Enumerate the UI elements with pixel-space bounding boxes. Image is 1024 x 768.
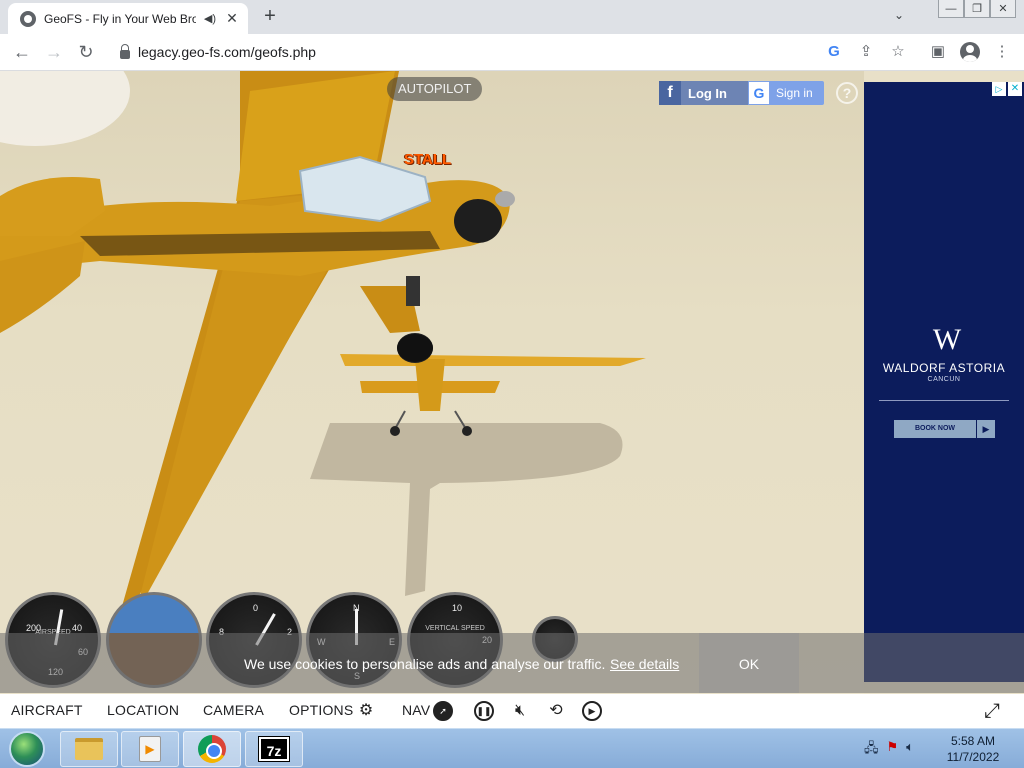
stall-warning: STALL bbox=[404, 151, 452, 168]
tab-title: GeoFS - Fly in Your Web Bro bbox=[44, 11, 196, 26]
close-icon[interactable]: ✕ bbox=[990, 0, 1016, 18]
ad-divider bbox=[879, 400, 1009, 401]
clock-date: 11/7/2022 bbox=[946, 750, 1000, 764]
cookie-text: We use cookies to personalise ads and an… bbox=[244, 656, 606, 672]
facebook-login-label: Log In bbox=[688, 85, 727, 101]
address-bar[interactable]: legacy.geo-fs.com/geofs.php bbox=[108, 38, 858, 66]
os-taskbar: ▶ 7z 🖧︎ ⚑ 🔈︎ 5:58 AM 11/7/2022 bbox=[0, 728, 1024, 768]
camera-menu-button[interactable]: CAMERA bbox=[203, 702, 264, 718]
ad-close-icon[interactable]: ✕ bbox=[1008, 82, 1022, 96]
restore-icon[interactable]: ❐ bbox=[964, 0, 990, 18]
google-signin-label: Sign in bbox=[776, 86, 813, 100]
minimize-icon[interactable]: — bbox=[938, 0, 964, 18]
vs-tick: 10 bbox=[452, 603, 463, 613]
compass-icon[interactable]: ➚ bbox=[433, 701, 453, 721]
adchoices-icon[interactable]: ▷ bbox=[992, 82, 1006, 96]
start-button[interactable] bbox=[9, 731, 45, 767]
cookie-banner: We use cookies to personalise ads and an… bbox=[0, 633, 1024, 693]
taskbar-7zip[interactable]: 7z bbox=[245, 731, 303, 767]
tab-close-icon[interactable]: ✕ bbox=[224, 10, 240, 27]
play-icon[interactable]: ▶ bbox=[582, 701, 602, 721]
share-icon[interactable]: ⇪ bbox=[856, 42, 876, 62]
system-tray: 🖧︎ ⚑ 🔈︎ bbox=[864, 739, 914, 761]
bookmark-star-icon[interactable]: ☆ bbox=[888, 42, 908, 62]
taskbar-media-player[interactable]: ▶ bbox=[121, 731, 179, 767]
window-controls: — ❐ ✕ bbox=[938, 0, 1016, 18]
lock-icon bbox=[120, 43, 130, 59]
volume-icon[interactable]: 🔈︎ bbox=[906, 739, 914, 761]
back-icon[interactable]: ← bbox=[11, 41, 33, 63]
google-lens-icon[interactable]: G bbox=[824, 42, 844, 62]
mute-icon[interactable]: 🔇︎ bbox=[509, 700, 531, 722]
options-menu-button[interactable]: OPTIONS bbox=[289, 702, 353, 718]
waldorf-logo: W bbox=[932, 323, 961, 356]
google-signin-button[interactable]: G Sign in bbox=[748, 81, 824, 105]
tab-search-icon[interactable]: ⌄ bbox=[894, 8, 904, 22]
speaker-icon[interactable]: ◀) bbox=[204, 12, 216, 25]
taskbar-explorer[interactable] bbox=[60, 731, 118, 767]
media-player-icon: ▶ bbox=[139, 736, 161, 762]
ad-location: CANCUN bbox=[927, 376, 961, 383]
browser-tabstrip: GeoFS - Fly in Your Web Bro ◀) ✕ + ⌄ — ❐… bbox=[0, 0, 1024, 34]
profile-icon[interactable] bbox=[960, 42, 980, 62]
screen: GeoFS - Fly in Your Web Bro ◀) ✕ + ⌄ — ❐… bbox=[0, 0, 1024, 768]
chrome-icon bbox=[198, 735, 226, 763]
clock-time: 5:58 AM bbox=[950, 734, 996, 748]
system-clock[interactable]: 5:58 AM 11/7/2022 bbox=[940, 733, 1006, 765]
url-text: legacy.geo-fs.com/geofs.php bbox=[138, 44, 316, 60]
avatar bbox=[960, 42, 980, 62]
altimeter-tick: 0 bbox=[253, 603, 259, 613]
reset-icon[interactable]: ⟲ bbox=[545, 700, 567, 722]
reload-icon[interactable]: ↻ bbox=[75, 41, 97, 63]
google-icon: G bbox=[748, 81, 770, 105]
folder-icon bbox=[75, 738, 103, 760]
play-arrow-icon[interactable]: ▶ bbox=[977, 420, 995, 438]
facebook-icon: f bbox=[659, 81, 681, 105]
distant-aircraft bbox=[340, 333, 646, 436]
help-icon[interactable]: ? bbox=[836, 82, 858, 104]
new-tab-button[interactable]: + bbox=[258, 5, 282, 28]
book-now-button[interactable]: BOOK NOW bbox=[894, 420, 976, 438]
autopilot-button[interactable]: AUTOPILOT bbox=[387, 77, 483, 101]
game-viewport: AUTOPILOT STALL f Log In G Sign in ? 200… bbox=[0, 71, 1024, 694]
globe-icon bbox=[20, 10, 36, 27]
ad-brand: WALDORF ASTORIA bbox=[882, 361, 1006, 375]
browser-toolbar: ← → ↻ legacy.geo-fs.com/geofs.php G ⇪ ☆ … bbox=[0, 34, 1024, 71]
facebook-login-button[interactable]: f Log In bbox=[659, 81, 761, 105]
cookie-details-link[interactable]: See details bbox=[610, 656, 679, 672]
pause-icon[interactable]: ❚❚ bbox=[474, 701, 494, 721]
fullscreen-icon[interactable]: ⤢ bbox=[981, 700, 1003, 722]
ad-banner[interactable]: ▷ ✕ W WALDORF ASTORIA CANCUN BOOK NOW ▶ bbox=[864, 82, 1024, 682]
flight-scene[interactable]: AUTOPILOT STALL f Log In G Sign in ? 200… bbox=[0, 71, 864, 694]
side-panel-icon[interactable]: ▣ bbox=[928, 42, 948, 62]
sevenzip-icon: 7z bbox=[258, 736, 290, 762]
vertical-speed-label: VERTICAL SPEED bbox=[425, 625, 485, 632]
nav-menu-button[interactable]: NAV bbox=[402, 702, 430, 718]
taskbar-chrome[interactable] bbox=[183, 731, 241, 767]
gear-icon[interactable]: ⚙ bbox=[355, 700, 377, 722]
browser-tab[interactable]: GeoFS - Fly in Your Web Bro ◀) ✕ bbox=[8, 3, 248, 34]
cookie-ok-button[interactable]: OK bbox=[699, 633, 799, 693]
network-icon[interactable]: 🖧︎ bbox=[864, 739, 879, 761]
action-center-icon[interactable]: ⚑ bbox=[887, 739, 899, 761]
aircraft-menu-button[interactable]: AIRCRAFT bbox=[11, 702, 83, 718]
location-menu-button[interactable]: LOCATION bbox=[107, 702, 179, 718]
forward-icon[interactable]: → bbox=[43, 41, 65, 63]
game-menu-bar: AIRCRAFT LOCATION CAMERA OPTIONS ⚙ NAV ➚… bbox=[0, 694, 1024, 728]
menu-kebab-icon[interactable]: ⋮ bbox=[992, 42, 1012, 62]
